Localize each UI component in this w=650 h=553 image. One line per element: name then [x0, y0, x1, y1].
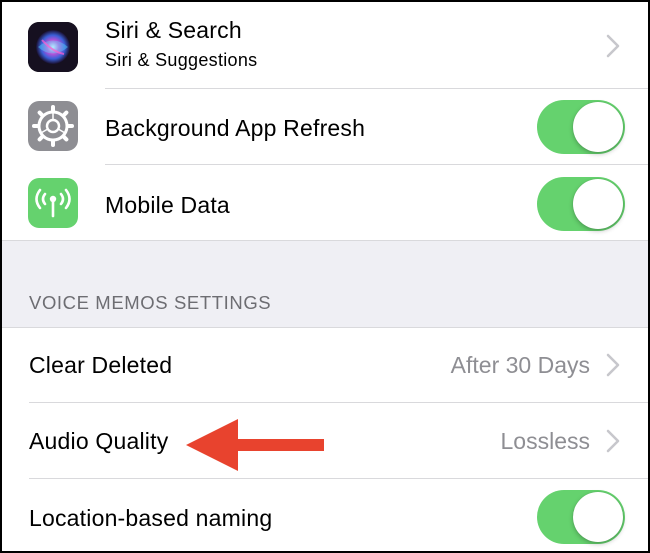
toggle-knob [573, 179, 623, 229]
row-value: Lossless [500, 428, 590, 454]
section-gap: VOICE MEMOS SETTINGS [2, 241, 648, 327]
background-app-refresh-toggle[interactable] [537, 100, 625, 154]
toggle-knob [573, 492, 623, 542]
section-header: VOICE MEMOS SETTINGS [29, 292, 272, 313]
settings-screen: Siri & Search Siri & Suggestions Backgro… [0, 0, 650, 553]
antenna-icon [28, 178, 78, 228]
clear-deleted-row[interactable]: Clear Deleted After 30 Days [2, 328, 648, 402]
row-title: Siri & Search [105, 17, 242, 43]
mobile-data-row: Mobile Data [2, 165, 648, 240]
row-title: Mobile Data [105, 192, 230, 218]
row-title: Clear Deleted [29, 352, 173, 378]
row-title: Audio Quality [29, 428, 169, 454]
row-title: Background App Refresh [105, 115, 366, 141]
audio-quality-row[interactable]: Audio Quality Lossless [2, 403, 648, 478]
siri-search-row[interactable]: Siri & Search Siri & Suggestions [2, 2, 648, 88]
chevron-right-icon [606, 429, 620, 453]
gear-icon [28, 101, 78, 151]
row-subtitle: Siri & Suggestions [105, 50, 258, 70]
chevron-right-icon [606, 34, 620, 58]
location-based-naming-toggle[interactable] [537, 490, 625, 544]
siri-icon [28, 22, 78, 72]
row-title: Location-based naming [29, 505, 273, 531]
toggle-knob [573, 102, 623, 152]
row-value: After 30 Days [450, 352, 590, 378]
location-based-naming-row: Location-based naming [2, 479, 648, 551]
mobile-data-toggle[interactable] [537, 177, 625, 231]
chevron-right-icon [606, 353, 620, 377]
annotation-arrow-icon [186, 419, 324, 471]
background-app-refresh-row: Background App Refresh [2, 89, 648, 164]
